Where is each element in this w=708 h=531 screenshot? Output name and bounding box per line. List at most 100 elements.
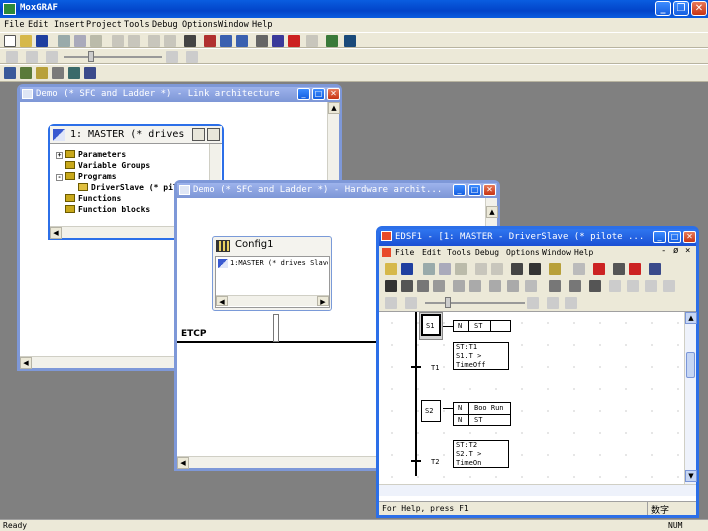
maximize-button[interactable]: □ — [312, 88, 325, 100]
macro-step-icon[interactable] — [507, 280, 519, 292]
io-wiring-icon[interactable] — [68, 67, 80, 79]
close-button[interactable]: ✕ — [691, 1, 707, 16]
tree-item-function-blocks[interactable]: Function blocks — [65, 205, 150, 214]
spy-icon[interactable] — [573, 263, 585, 275]
cut-icon[interactable] — [423, 263, 435, 275]
download-icon[interactable] — [326, 35, 338, 47]
save-icon[interactable] — [36, 35, 48, 47]
sfc-canvas[interactable]: S1 N ST T1 ST:T1 S1.T > TimeOff S2 N Boo… — [379, 312, 684, 484]
zoom-out-icon[interactable] — [405, 297, 417, 309]
scroll-down-arrow[interactable]: ▼ — [685, 470, 697, 482]
convergence-icon[interactable] — [469, 280, 481, 292]
dictionary-icon[interactable] — [52, 67, 64, 79]
paste-icon[interactable] — [455, 263, 467, 275]
undo-icon[interactable] — [112, 35, 124, 47]
menu-edit[interactable]: Edit — [422, 248, 441, 257]
horizontal-scrollbar[interactable]: ◀ ▶ — [216, 295, 329, 306]
comment-icon[interactable] — [549, 280, 561, 292]
link-icon[interactable] — [525, 280, 537, 292]
menu-tools[interactable]: Tools — [447, 248, 471, 257]
print-icon[interactable] — [511, 263, 523, 275]
menu-file[interactable]: File — [4, 20, 24, 30]
jump-icon[interactable] — [489, 280, 501, 292]
undo-icon[interactable] — [475, 263, 487, 275]
close-button[interactable]: ✕ — [683, 231, 696, 243]
sfc-step-s2[interactable]: S2 — [421, 400, 441, 422]
sfc-action-s1[interactable]: N ST — [453, 320, 511, 332]
close-button[interactable]: ✕ — [483, 184, 496, 196]
sfc-action-s2[interactable]: N Boo Run N ST — [453, 402, 511, 426]
copy-icon[interactable] — [74, 35, 86, 47]
zoom-slider-thumb[interactable] — [445, 297, 451, 308]
minimize-button[interactable]: _ — [453, 184, 466, 196]
print-icon[interactable] — [184, 35, 196, 47]
zoom-in-icon[interactable] — [527, 297, 539, 309]
program-icon[interactable] — [649, 263, 661, 275]
sfc-editor-window[interactable]: EDSF1 - [1: MASTER - DriverSlave (* pilo… — [376, 226, 699, 518]
forward-icon[interactable] — [164, 35, 176, 47]
compile-icon[interactable] — [204, 35, 216, 47]
menu-help[interactable]: Help — [252, 20, 272, 30]
step-icon[interactable] — [401, 280, 413, 292]
back-icon[interactable] — [148, 35, 160, 47]
config-box[interactable]: Config1 1:MASTER (* drives Slave ◀ ▶ — [212, 236, 332, 311]
cut-icon[interactable] — [58, 35, 70, 47]
variable-icon[interactable] — [569, 280, 581, 292]
minimize-button[interactable]: _ — [297, 88, 310, 100]
restore-icon[interactable] — [192, 128, 205, 141]
zoom-slider[interactable] — [64, 56, 162, 58]
menu-tools[interactable]: Tools — [124, 20, 150, 30]
minimize-button[interactable]: _ — [655, 1, 671, 16]
menu-window[interactable]: Window — [218, 20, 249, 30]
scroll-left-arrow[interactable]: ◀ — [20, 357, 32, 369]
scroll-left-arrow[interactable]: ◀ — [50, 227, 62, 239]
init-step-icon[interactable] — [417, 280, 429, 292]
redo-icon[interactable] — [128, 35, 140, 47]
search-icon[interactable] — [344, 35, 356, 47]
open-folder-icon[interactable] — [20, 35, 32, 47]
scroll-thumb[interactable] — [686, 352, 695, 378]
expand-icon[interactable] — [547, 297, 559, 309]
menu-file[interactable]: File — [395, 248, 414, 257]
verify-icon[interactable] — [220, 35, 232, 47]
tree-item-parameters[interactable]: + Parameters — [56, 150, 126, 159]
architecture-icon[interactable] — [4, 67, 16, 79]
sfc-step-s1[interactable]: S1 — [421, 314, 441, 336]
parallel-icon[interactable] — [645, 280, 657, 292]
child-close-icon[interactable]: × — [685, 246, 690, 256]
zoom-slider[interactable] — [425, 302, 525, 304]
refresh-icon[interactable] — [26, 51, 38, 63]
menu-edit[interactable]: Edit — [28, 20, 48, 30]
menu-options[interactable]: Options — [506, 248, 540, 257]
maximize-button[interactable]: □ — [468, 184, 481, 196]
menu-debug[interactable]: Debug — [152, 20, 178, 30]
copy-icon[interactable] — [439, 263, 451, 275]
scroll-left-arrow[interactable]: ◀ — [216, 296, 228, 306]
scroll-up-arrow[interactable]: ▲ — [328, 102, 340, 114]
verify-icon[interactable] — [593, 263, 605, 275]
scroll-left-arrow[interactable]: ◀ — [177, 457, 189, 469]
config-resource-item[interactable]: 1:MASTER (* drives Slave — [230, 259, 328, 267]
maximize-button[interactable]: ❐ — [673, 1, 689, 16]
hardware-icon[interactable] — [20, 67, 32, 79]
pointer-icon[interactable] — [385, 280, 397, 292]
menu-help[interactable]: Help — [574, 248, 593, 257]
redo-icon[interactable] — [491, 263, 503, 275]
maximize-button[interactable]: □ — [668, 231, 681, 243]
target-icon[interactable] — [272, 35, 284, 47]
scroll-up-arrow[interactable]: ▲ — [486, 206, 498, 218]
build-icon[interactable] — [236, 35, 248, 47]
sfc-transition-t2-condition[interactable]: ST:T2 S2.T > TimeOn — [453, 440, 509, 468]
zoom-in-icon[interactable] — [166, 51, 178, 63]
tree-item-variable-groups[interactable]: Variable Groups — [65, 161, 150, 170]
grid-icon[interactable] — [385, 297, 397, 309]
open-icon[interactable] — [385, 263, 397, 275]
find-icon[interactable] — [529, 263, 541, 275]
debug-icon[interactable] — [256, 35, 268, 47]
zoom-slider-thumb[interactable] — [88, 51, 94, 62]
contact-icon[interactable] — [609, 280, 621, 292]
paste-icon[interactable] — [90, 35, 102, 47]
save-icon[interactable] — [401, 263, 413, 275]
scroll-right-arrow[interactable]: ▶ — [317, 296, 329, 306]
stop-icon[interactable] — [629, 263, 641, 275]
